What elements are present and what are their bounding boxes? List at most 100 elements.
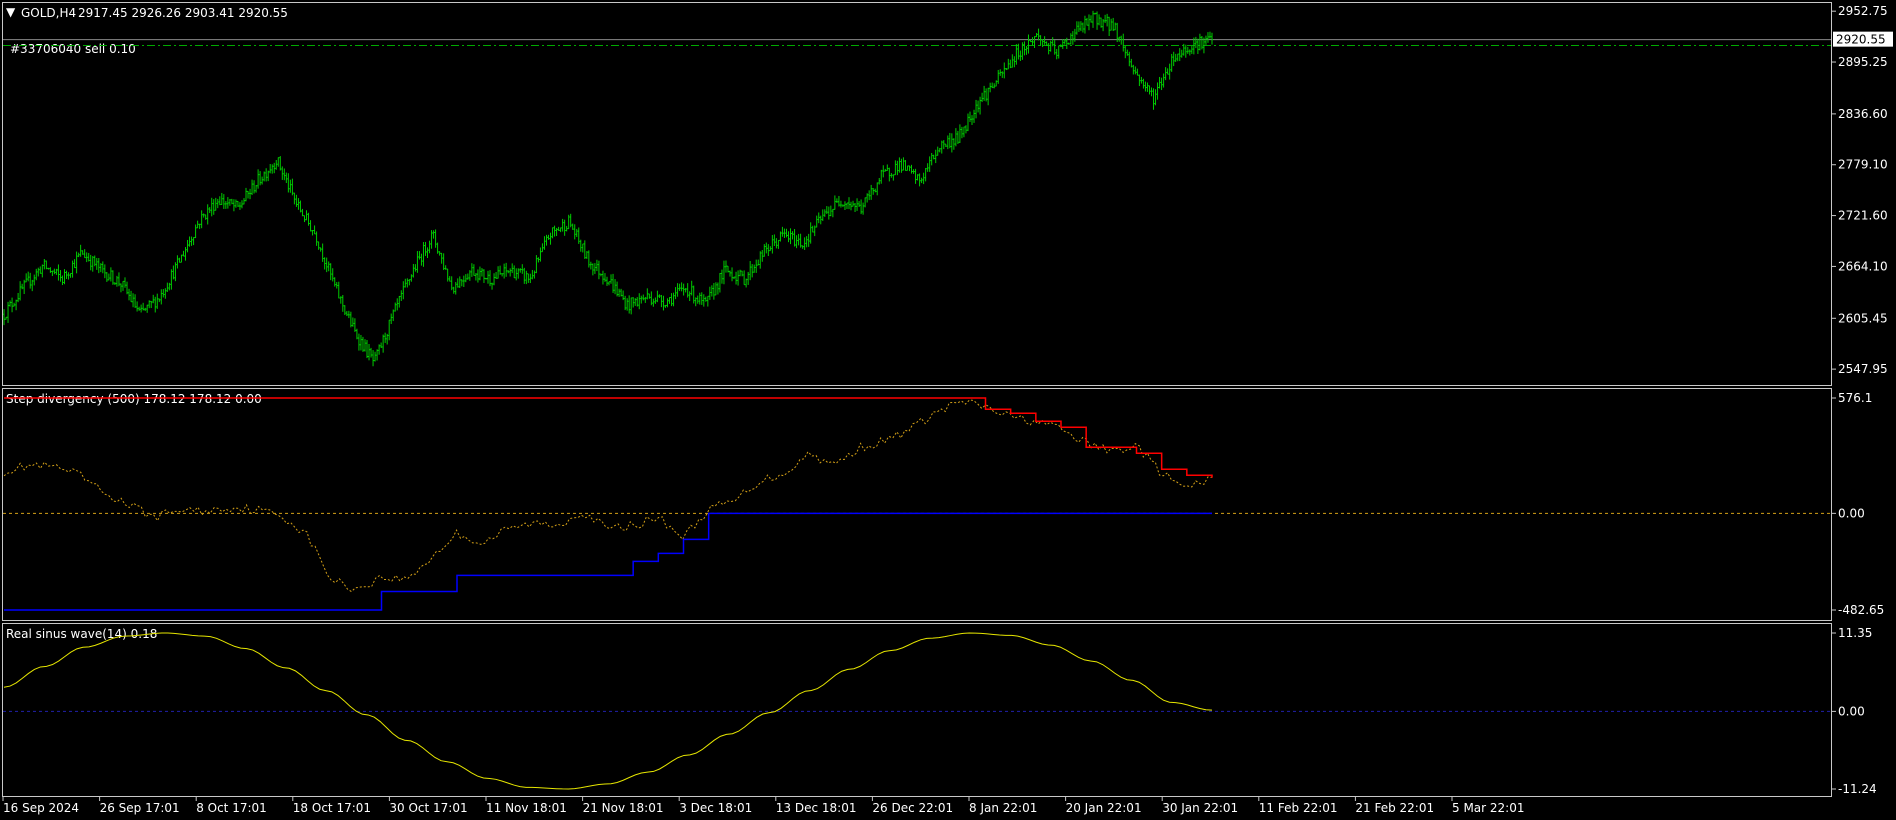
price-bar — [396, 298, 399, 311]
price-bar — [1077, 21, 1080, 32]
price-bar — [374, 351, 377, 362]
price-bar — [850, 201, 853, 211]
price-bar — [789, 228, 792, 245]
price-bar — [263, 171, 266, 182]
price-bar — [622, 290, 625, 301]
price-bar — [692, 285, 695, 304]
price-bar — [317, 241, 320, 250]
price-bar — [198, 223, 201, 229]
step-divergency-pane[interactable] — [2, 388, 1832, 621]
price-bar — [158, 298, 161, 303]
price-bar — [152, 294, 155, 304]
price-bar — [1027, 34, 1030, 54]
price-bar — [1083, 15, 1086, 34]
price-bar — [1176, 53, 1179, 62]
price-bar — [702, 294, 705, 307]
price-bar — [1114, 22, 1117, 31]
price-bar — [686, 283, 689, 298]
price-bar — [81, 250, 84, 255]
price-bar — [1001, 71, 1004, 78]
price-bar — [166, 282, 169, 293]
price-bar — [777, 239, 780, 249]
price-bar — [573, 224, 576, 240]
divergence-dotted-line — [3, 399, 1213, 593]
price-bar — [21, 283, 24, 290]
price-bar — [509, 268, 512, 277]
step-divergency-title: Step divergency (500) 178.12 178.12 0.00 — [6, 392, 262, 406]
price-bar — [343, 305, 346, 316]
price-bar — [1055, 49, 1058, 60]
price-bar — [1184, 44, 1187, 58]
price-bar — [505, 262, 508, 277]
price-bar — [682, 283, 685, 296]
price-bar — [75, 251, 78, 274]
price-bar — [579, 239, 582, 252]
price-bar — [793, 229, 796, 247]
price-bar — [464, 274, 467, 283]
price-bar — [140, 304, 143, 313]
price-bar — [1094, 12, 1097, 15]
price-bar — [739, 269, 742, 277]
price-bar — [65, 270, 68, 280]
price-bar — [571, 223, 574, 230]
price-bar — [954, 128, 957, 147]
price-bar — [1079, 21, 1082, 32]
price-bar — [773, 234, 776, 246]
price-bar — [781, 226, 784, 237]
price-bar — [914, 168, 917, 184]
symbol-menu-arrow-icon[interactable]: ▼ — [6, 5, 16, 19]
price-bar — [995, 80, 998, 87]
price-bar — [1196, 38, 1199, 54]
price-bar — [589, 261, 592, 270]
price-bar — [285, 172, 288, 183]
price-tick-label: 2605.45 — [1838, 311, 1888, 325]
price-bar — [1047, 42, 1050, 55]
price-bar — [597, 260, 600, 280]
price-bar — [515, 268, 518, 281]
price-bar — [180, 254, 183, 263]
price-bar — [23, 279, 26, 295]
price-bar — [309, 220, 312, 232]
price-bar — [1124, 46, 1127, 59]
trading-chart[interactable]: ▼ GOLD,H4 2917.45 2926.26 2903.41 2920.5… — [0, 0, 1896, 820]
sinus-wave-pane[interactable] — [2, 623, 1832, 797]
price-bar — [690, 280, 693, 296]
price-bar — [845, 202, 848, 210]
price-bar — [103, 264, 106, 279]
price-bar — [259, 171, 262, 186]
price-bar — [476, 269, 479, 283]
price-bar — [753, 264, 756, 273]
price-bar — [833, 195, 836, 210]
price-bar — [803, 237, 806, 251]
price-bar — [525, 270, 528, 285]
price-bar — [136, 301, 139, 312]
main-pane[interactable] — [2, 2, 1832, 386]
price-bar — [1208, 31, 1211, 39]
price-bar — [724, 260, 727, 273]
price-bar — [1174, 53, 1177, 62]
price-bar — [497, 266, 500, 279]
time-tick-label: 8 Jan 22:01 — [969, 801, 1037, 815]
price-bar — [1067, 42, 1070, 45]
price-bar — [1039, 35, 1042, 46]
price-bar — [224, 201, 227, 209]
price-bar — [19, 281, 22, 301]
price-bar — [51, 270, 54, 277]
price-bar — [1128, 51, 1131, 67]
price-bar — [184, 247, 187, 261]
price-bar — [15, 299, 18, 311]
price-bar — [610, 274, 613, 284]
price-bar — [507, 270, 510, 274]
price-bar — [460, 279, 463, 287]
price-bar — [273, 162, 276, 174]
price-bar — [712, 283, 715, 300]
price-bar — [642, 294, 645, 301]
price-bar — [234, 199, 237, 208]
price-bar — [43, 259, 46, 270]
price-bar — [275, 160, 278, 170]
price-bar — [271, 164, 274, 174]
price-bar — [922, 172, 925, 185]
price-bar — [404, 278, 407, 288]
price-bar — [1170, 53, 1173, 72]
price-bar — [186, 239, 189, 253]
